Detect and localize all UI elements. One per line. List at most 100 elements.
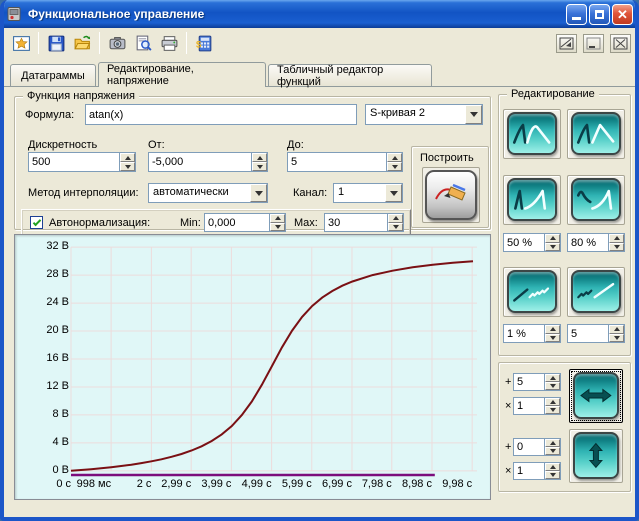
print-button[interactable]: [156, 30, 182, 56]
amount-1pct-spinner[interactable]: [503, 324, 561, 343]
stretch-horizontal-button[interactable]: [569, 369, 623, 423]
max-label: Max:: [294, 217, 318, 229]
to-input[interactable]: [288, 153, 386, 171]
combo-dropdown-button[interactable]: [465, 105, 482, 124]
edit-decay-ramp-button[interactable]: [567, 175, 625, 225]
spin-down-button[interactable]: [545, 406, 560, 414]
h-scale-input[interactable]: [514, 398, 544, 414]
min-input[interactable]: [205, 214, 269, 231]
spin-up-button[interactable]: [609, 325, 624, 334]
spin-down-button[interactable]: [270, 223, 285, 232]
spin-down-button[interactable]: [387, 162, 402, 171]
spin-up-button[interactable]: [545, 325, 560, 334]
snapshot-button[interactable]: [104, 30, 130, 56]
spin-up-button[interactable]: [252, 153, 267, 162]
title-bar[interactable]: Функциональное управление ✕: [0, 0, 639, 28]
close-button[interactable]: ✕: [612, 4, 633, 25]
h-offset-input[interactable]: [514, 374, 544, 390]
spin-up-button[interactable]: [545, 463, 560, 471]
waveform-chart-canvas[interactable]: 0 с998 мс2 с2,99 с3,99 с4,99 с5,99 с6,99…: [14, 234, 491, 500]
spin-down-button[interactable]: [545, 243, 560, 252]
spin-up-button[interactable]: [545, 439, 560, 447]
spin-down-button[interactable]: [252, 162, 267, 171]
interpolation-value: автоматически: [149, 184, 250, 202]
formula-field[interactable]: [85, 104, 357, 125]
build-button[interactable]: [422, 167, 480, 223]
edit-zigzag-line-button[interactable]: [567, 267, 625, 317]
discreteness-input[interactable]: [29, 153, 119, 171]
spin-up-button[interactable]: [545, 234, 560, 243]
amount-80-spinner[interactable]: [567, 233, 625, 252]
print-preview-button[interactable]: [130, 30, 156, 56]
max-input[interactable]: [325, 214, 387, 231]
discreteness-spinner[interactable]: [28, 152, 136, 172]
formula-input[interactable]: [86, 105, 356, 124]
amount-5-input[interactable]: [568, 325, 608, 342]
maximize-button[interactable]: [589, 4, 610, 25]
spin-down-button[interactable]: [545, 447, 560, 455]
spin-up-button[interactable]: [270, 214, 285, 223]
arrow-down-icon: [393, 225, 399, 229]
spin-down-button[interactable]: [120, 162, 135, 171]
amount-5-spinner[interactable]: [567, 324, 625, 343]
h-scale-spinner[interactable]: [513, 397, 561, 415]
minimize-button[interactable]: [566, 4, 587, 25]
spin-down-button[interactable]: [388, 223, 403, 232]
from-input[interactable]: [149, 153, 251, 171]
v-offset-spinner[interactable]: [513, 438, 561, 456]
edit-ramp-sawtooth-button[interactable]: [567, 109, 625, 159]
from-spinner[interactable]: [148, 152, 268, 172]
new-preset-button[interactable]: [8, 30, 34, 56]
spin-down-button[interactable]: [609, 334, 624, 343]
amount-80-input[interactable]: [568, 234, 608, 251]
check-icon: [32, 217, 40, 225]
tab-table-editor[interactable]: Табличный редактор функций: [268, 64, 432, 86]
v-offset-input[interactable]: [514, 439, 544, 455]
spin-up-button[interactable]: [545, 398, 560, 406]
tab-editing-voltage[interactable]: Редактирование, напряжение: [98, 62, 266, 87]
spin-down-button[interactable]: [545, 334, 560, 343]
tab-datagrams[interactable]: Датаграммы: [10, 64, 96, 86]
minimize-child-button[interactable]: [583, 34, 604, 53]
spin-up-button[interactable]: [120, 153, 135, 162]
v-scale-spinner[interactable]: [513, 462, 561, 480]
to-spinner[interactable]: [287, 152, 403, 172]
combo-dropdown-button[interactable]: [250, 184, 267, 202]
edit-spike-ramp-button[interactable]: [503, 175, 561, 225]
close-child-button[interactable]: [610, 34, 631, 53]
wave-line-zigzag-icon: [507, 270, 557, 313]
amount-50-input[interactable]: [504, 234, 544, 251]
stretch-vertical-button[interactable]: [569, 429, 623, 483]
star-icon: [12, 34, 31, 53]
channel-combobox[interactable]: 1: [333, 183, 403, 203]
max-spinner[interactable]: [324, 213, 404, 232]
spin-up-button[interactable]: [545, 374, 560, 382]
spin-up-button[interactable]: [609, 234, 624, 243]
spin-down-button[interactable]: [609, 243, 624, 252]
open-button[interactable]: [69, 30, 95, 56]
min-spinner[interactable]: [204, 213, 286, 232]
wave-ramp-sawtooth-icon: [571, 112, 621, 155]
arrow-down-icon: [257, 165, 263, 169]
amount-1pct-input[interactable]: [504, 325, 544, 342]
arrow-up-icon: [393, 216, 399, 220]
arrow-down-icon: [550, 384, 556, 388]
h-offset-spinner[interactable]: [513, 373, 561, 391]
interpolation-combobox[interactable]: автоматически: [148, 183, 268, 203]
spin-up-button[interactable]: [388, 214, 403, 223]
combo-dropdown-button[interactable]: [385, 184, 402, 202]
edit-line-zigzag-button[interactable]: [503, 267, 561, 317]
x-axis-tick-label: 3,99 с: [201, 478, 231, 490]
autonormalization-checkbox[interactable]: [30, 216, 43, 229]
spin-down-button[interactable]: [545, 382, 560, 390]
plot-window-button[interactable]: [556, 34, 577, 53]
spin-up-button[interactable]: [387, 153, 402, 162]
amount-50-spinner[interactable]: [503, 233, 561, 252]
edit-ramp-hump-button[interactable]: [503, 109, 561, 159]
curve-type-combobox[interactable]: S-кривая 2: [365, 104, 483, 125]
v-scale-input[interactable]: [514, 463, 544, 479]
settings-button[interactable]: $: [191, 30, 217, 56]
save-button[interactable]: [43, 30, 69, 56]
plus-label: +: [505, 376, 511, 388]
spin-down-button[interactable]: [545, 471, 560, 479]
